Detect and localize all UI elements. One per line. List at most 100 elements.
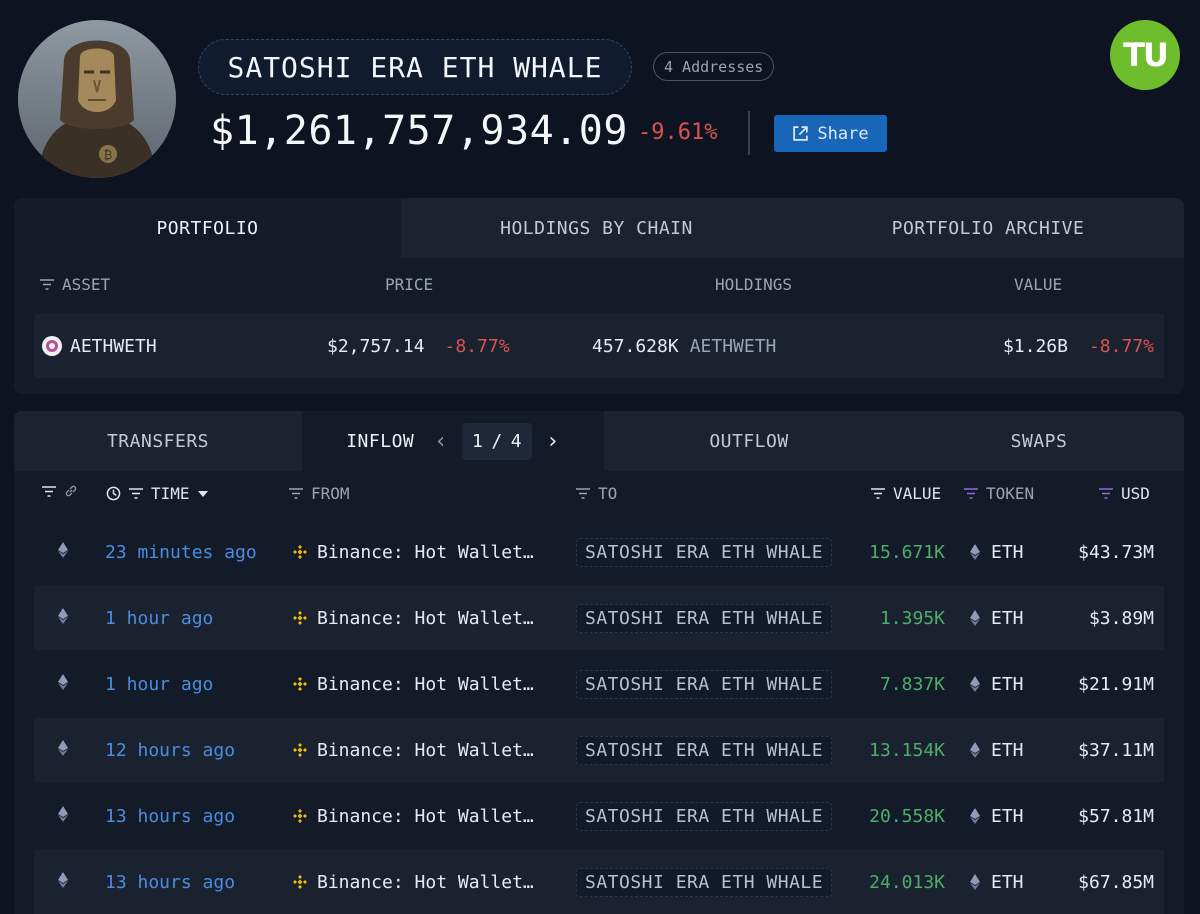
token-cell[interactable]: ETH bbox=[970, 784, 1024, 848]
chevron-left-icon[interactable]: ‹ bbox=[434, 429, 448, 454]
to-entity[interactable]: SATOSHI ERA ETH WHALE bbox=[576, 735, 833, 765]
from-entity[interactable]: Binance: Hot Wallet… bbox=[317, 806, 534, 827]
from-cell[interactable]: Binance: Hot Wallet… bbox=[292, 718, 534, 782]
to-cell[interactable]: SATOSHI ERA ETH WHALE bbox=[576, 652, 833, 716]
price-cell: $2,757.14 -8.77% bbox=[327, 314, 510, 378]
ethereum-icon bbox=[58, 805, 68, 827]
transfer-time[interactable]: 13 hours ago bbox=[105, 806, 235, 827]
transfer-tabs: TRANSFERS INFLOW ‹ 1 / 4 › OUTFLOW SWAPS bbox=[14, 411, 1184, 471]
to-cell[interactable]: SATOSHI ERA ETH WHALE bbox=[576, 586, 833, 650]
transfer-usd: $21.91M bbox=[1078, 673, 1154, 695]
value-cell: 24.013K bbox=[869, 850, 945, 914]
time-cell[interactable]: 12 hours ago bbox=[105, 718, 235, 782]
time-cell[interactable]: 1 hour ago bbox=[105, 652, 213, 716]
token-cell[interactable]: ETH bbox=[970, 586, 1024, 650]
address-count-badge[interactable]: 4 Addresses bbox=[653, 52, 775, 81]
column-label: VALUE bbox=[893, 484, 942, 503]
column-holdings[interactable]: HOLDINGS bbox=[715, 275, 792, 294]
to-cell[interactable]: SATOSHI ERA ETH WHALE bbox=[576, 718, 833, 782]
ethereum-icon bbox=[970, 544, 980, 560]
column-label: HOLDINGS bbox=[715, 275, 793, 294]
column-from[interactable]: FROM bbox=[289, 484, 350, 503]
to-cell[interactable]: SATOSHI ERA ETH WHALE bbox=[576, 850, 833, 914]
to-entity[interactable]: SATOSHI ERA ETH WHALE bbox=[576, 867, 833, 897]
entity-name-pill[interactable]: SATOSHI ERA ETH WHALE bbox=[198, 39, 632, 95]
token-cell[interactable]: ETH bbox=[970, 652, 1024, 716]
from-entity[interactable]: Binance: Hot Wallet… bbox=[317, 542, 534, 563]
from-cell[interactable]: Binance: Hot Wallet… bbox=[292, 784, 534, 848]
share-button[interactable]: Share bbox=[774, 115, 887, 152]
time-cell[interactable]: 23 minutes ago bbox=[105, 520, 257, 584]
from-cell[interactable]: Binance: Hot Wallet… bbox=[292, 586, 534, 650]
to-entity[interactable]: SATOSHI ERA ETH WHALE bbox=[576, 801, 833, 831]
column-label: FROM bbox=[311, 484, 350, 503]
token-symbol: ETH bbox=[991, 871, 1024, 893]
transfer-time[interactable]: 13 hours ago bbox=[105, 872, 235, 893]
tab-label: INFLOW bbox=[346, 430, 415, 452]
chevron-right-icon[interactable]: › bbox=[546, 429, 560, 454]
column-value[interactable]: VALUE bbox=[1014, 275, 1062, 294]
tab-portfolio[interactable]: PORTFOLIO bbox=[14, 198, 401, 258]
asset-cell[interactable]: AETHWETH bbox=[42, 314, 157, 378]
transfer-row[interactable]: 12 hours ago Binance: Hot Wallet… SATOSHI … bbox=[34, 718, 1164, 782]
from-cell[interactable]: Binance: Hot Wallet… bbox=[292, 520, 534, 584]
transfer-time[interactable]: 12 hours ago bbox=[105, 740, 235, 761]
column-to[interactable]: TO bbox=[576, 484, 617, 503]
column-token[interactable]: TOKEN bbox=[964, 484, 1034, 503]
tab-portfolio-archive[interactable]: PORTFOLIO ARCHIVE bbox=[792, 198, 1184, 258]
binance-icon bbox=[292, 544, 317, 560]
from-entity[interactable]: Binance: Hot Wallet… bbox=[317, 872, 534, 893]
from-cell[interactable]: Binance: Hot Wallet… bbox=[292, 850, 534, 914]
ethereum-icon bbox=[970, 874, 980, 890]
holdings-cell: 457.628K AETHWETH bbox=[592, 314, 776, 378]
ethereum-icon bbox=[970, 610, 980, 626]
from-cell[interactable]: Binance: Hot Wallet… bbox=[292, 652, 534, 716]
time-cell[interactable]: 13 hours ago bbox=[105, 784, 235, 848]
column-chain-filter[interactable] bbox=[42, 484, 78, 498]
tab-swaps[interactable]: SWAPS bbox=[894, 411, 1184, 471]
page-indicator: 1 / 4 bbox=[462, 422, 533, 460]
binance-icon bbox=[292, 676, 317, 692]
share-label: Share bbox=[817, 123, 869, 144]
tab-transfers[interactable]: TRANSFERS bbox=[14, 411, 302, 471]
transfer-row[interactable]: 23 minutes ago Binance: Hot Wallet… SATOSH… bbox=[34, 520, 1164, 584]
pager: ‹ 1 / 4 › bbox=[434, 422, 560, 460]
filter-icon bbox=[42, 485, 56, 497]
asset-row[interactable]: AETHWETH $2,757.14 -8.77% 457.628K AETHW… bbox=[34, 314, 1164, 378]
column-time[interactable]: TIME bbox=[106, 484, 208, 503]
tab-holdings-by-chain[interactable]: HOLDINGS BY CHAIN bbox=[401, 198, 792, 258]
filter-icon bbox=[964, 488, 978, 499]
token-symbol: ETH bbox=[991, 607, 1024, 629]
transfer-row[interactable]: 1 hour ago Binance: Hot Wallet… SATOSHI ER… bbox=[34, 652, 1164, 716]
to-entity[interactable]: SATOSHI ERA ETH WHALE bbox=[576, 537, 833, 567]
from-entity[interactable]: Binance: Hot Wallet… bbox=[317, 674, 534, 695]
tab-outflow[interactable]: OUTFLOW bbox=[604, 411, 894, 471]
to-cell[interactable]: SATOSHI ERA ETH WHALE bbox=[576, 520, 833, 584]
token-cell[interactable]: ETH bbox=[970, 850, 1024, 914]
token-cell[interactable]: ETH bbox=[970, 520, 1024, 584]
transfer-row[interactable]: 1 hour ago Binance: Hot Wallet… SATOSHI ER… bbox=[34, 586, 1164, 650]
to-entity[interactable]: SATOSHI ERA ETH WHALE bbox=[576, 603, 833, 633]
transfer-row[interactable]: 13 hours ago Binance: Hot Wallet… SATOSHI … bbox=[34, 850, 1164, 914]
column-asset[interactable]: ASSET bbox=[40, 275, 110, 294]
transfer-time[interactable]: 1 hour ago bbox=[105, 608, 213, 629]
usd-cell: $3.89M bbox=[1089, 586, 1154, 650]
from-entity[interactable]: Binance: Hot Wallet… bbox=[317, 608, 534, 629]
binance-icon bbox=[292, 610, 317, 626]
tab-inflow[interactable]: INFLOW ‹ 1 / 4 › bbox=[302, 411, 604, 471]
token-cell[interactable]: ETH bbox=[970, 718, 1024, 782]
page-total: 4 bbox=[510, 430, 523, 452]
from-entity[interactable]: Binance: Hot Wallet… bbox=[317, 740, 534, 761]
time-cell[interactable]: 1 hour ago bbox=[105, 586, 213, 650]
to-entity[interactable]: SATOSHI ERA ETH WHALE bbox=[576, 669, 833, 699]
transfer-time[interactable]: 1 hour ago bbox=[105, 674, 213, 695]
column-usd[interactable]: USD bbox=[1099, 484, 1150, 503]
transfer-time[interactable]: 23 minutes ago bbox=[105, 542, 257, 563]
to-cell[interactable]: SATOSHI ERA ETH WHALE bbox=[576, 784, 833, 848]
column-value[interactable]: VALUE bbox=[871, 484, 941, 503]
transfer-row[interactable]: 13 hours ago Binance: Hot Wallet… SATOSHI … bbox=[34, 784, 1164, 848]
tab-label: PORTFOLIO ARCHIVE bbox=[891, 217, 1085, 239]
time-cell[interactable]: 13 hours ago bbox=[105, 850, 235, 914]
column-price[interactable]: PRICE bbox=[385, 275, 433, 294]
token-symbol: ETH bbox=[991, 541, 1024, 563]
